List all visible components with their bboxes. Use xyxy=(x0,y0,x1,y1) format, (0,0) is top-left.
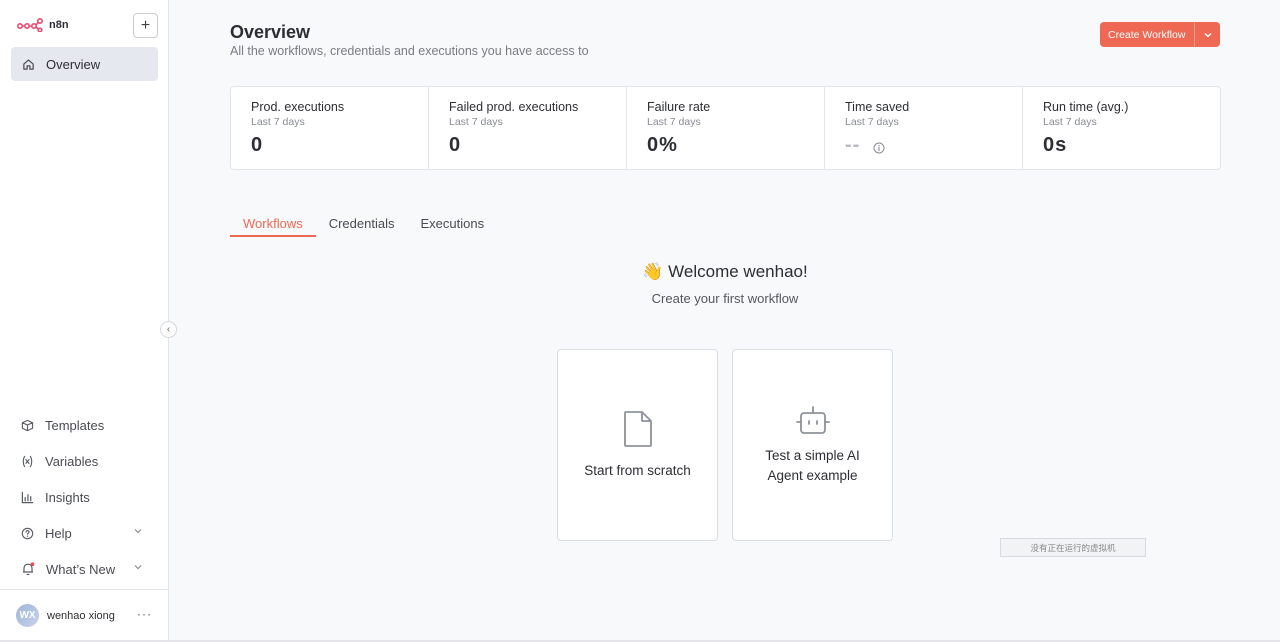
stat-run-time: Run time (avg.) Last 7 days 0s xyxy=(1023,87,1220,169)
sidebar-item-label: Help xyxy=(45,525,72,541)
stat-title: Failed prod. executions xyxy=(449,100,579,114)
page-title: Overview xyxy=(230,22,311,42)
create-workflow-button[interactable]: Create Workflow xyxy=(1100,22,1195,47)
stat-period: Last 7 days xyxy=(251,116,305,128)
info-icon[interactable] xyxy=(873,142,885,154)
chevron-down-icon xyxy=(134,565,142,570)
stat-title: Prod. executions xyxy=(251,100,345,114)
bell-icon xyxy=(23,562,35,576)
sidebar-bottom-nav: Templates Variables Insights Help What’s… xyxy=(11,407,158,587)
card-label-line1: Test a simple AI xyxy=(765,447,860,463)
stat-value: 0s xyxy=(1043,134,1068,156)
sidebar-item-variables[interactable]: Variables xyxy=(11,443,158,479)
box-icon xyxy=(21,419,34,431)
vm-status-indicator: 没有正在运行的虚拟机 xyxy=(1000,538,1146,557)
plus-icon: + xyxy=(140,16,151,34)
variable-icon xyxy=(22,455,33,467)
n8n-logo[interactable]: n8n xyxy=(17,18,69,32)
n8n-logo-icon xyxy=(17,18,43,32)
sidebar-item-label: What’s New xyxy=(46,561,116,577)
card-label-line2: Agent example xyxy=(767,467,858,483)
chevron-down-icon xyxy=(134,529,142,534)
app-name: n8n xyxy=(49,19,69,31)
stat-failed-executions: Failed prod. executions Last 7 days 0 xyxy=(429,87,627,169)
chevron-down-icon xyxy=(1204,32,1211,37)
sidebar-item-help[interactable]: Help xyxy=(11,515,158,551)
sidebar-item-label: Variables xyxy=(45,453,99,469)
card-label: Start from scratch xyxy=(584,462,691,478)
tab-workflows[interactable]: Workflows xyxy=(230,210,316,237)
insights-summary: Prod. executions Last 7 days 0 Failed pr… xyxy=(230,86,1221,170)
page-subtitle: All the workflows, credentials and execu… xyxy=(230,44,589,58)
avatar: WX xyxy=(16,604,39,627)
sidebar-divider xyxy=(0,589,168,590)
stat-title: Failure rate xyxy=(647,100,711,114)
robot-icon xyxy=(795,405,830,434)
user-name: wenhao xiong xyxy=(47,609,115,622)
stat-value: 0 xyxy=(251,134,264,156)
stat-value: 0 xyxy=(449,134,462,156)
start-from-scratch-card[interactable]: Start from scratch xyxy=(557,349,718,541)
sidebar-item-templates[interactable]: Templates xyxy=(11,407,158,443)
add-resource-button[interactable]: + xyxy=(133,13,158,38)
stat-prod-executions: Prod. executions Last 7 days 0 xyxy=(231,87,429,169)
welcome-subtitle: Create your first workflow xyxy=(651,291,799,306)
collapse-sidebar-button[interactable]: ‹ xyxy=(160,321,177,338)
stat-title: Time saved xyxy=(845,100,910,114)
sidebar-item-label: Insights xyxy=(45,489,90,505)
more-options-icon[interactable]: ··· xyxy=(137,607,152,621)
sidebar: n8n + Overview Templates Variables Insig… xyxy=(0,0,169,642)
file-icon xyxy=(623,410,652,447)
tab-executions[interactable]: Executions xyxy=(407,210,497,237)
stat-value: -- xyxy=(845,134,861,156)
sidebar-item-whats-new[interactable]: What’s New xyxy=(11,551,158,587)
sidebar-item-insights[interactable]: Insights xyxy=(11,479,158,515)
user-menu[interactable]: WX wenhao xiong ··· xyxy=(16,604,156,627)
bar-chart-icon xyxy=(21,491,34,503)
home-icon xyxy=(23,58,34,70)
stat-period: Last 7 days xyxy=(845,116,899,128)
sidebar-item-overview[interactable]: Overview xyxy=(11,47,158,81)
sidebar-item-label: Overview xyxy=(46,56,101,72)
stat-period: Last 7 days xyxy=(1043,116,1097,128)
stat-value: 0% xyxy=(647,134,678,156)
tab-credentials[interactable]: Credentials xyxy=(316,210,408,237)
stat-time-saved: Time saved Last 7 days -- xyxy=(825,87,1023,169)
create-workflow-split-button: Create Workflow xyxy=(1100,22,1220,47)
stat-title: Run time (avg.) xyxy=(1043,100,1129,114)
welcome-heading: 👋 Welcome wenhao! xyxy=(642,262,808,281)
chevron-left-icon: ‹ xyxy=(166,324,171,335)
sidebar-item-label: Templates xyxy=(45,417,105,433)
stat-failure-rate: Failure rate Last 7 days 0% xyxy=(627,87,825,169)
help-circle-icon xyxy=(21,527,34,539)
stat-period: Last 7 days xyxy=(449,116,503,128)
ai-agent-example-card[interactable]: Test a simple AI Agent example xyxy=(732,349,893,541)
stat-period: Last 7 days xyxy=(647,116,701,128)
resource-tabs: Workflows Credentials Executions xyxy=(230,210,497,237)
create-options-dropdown[interactable] xyxy=(1195,22,1220,47)
